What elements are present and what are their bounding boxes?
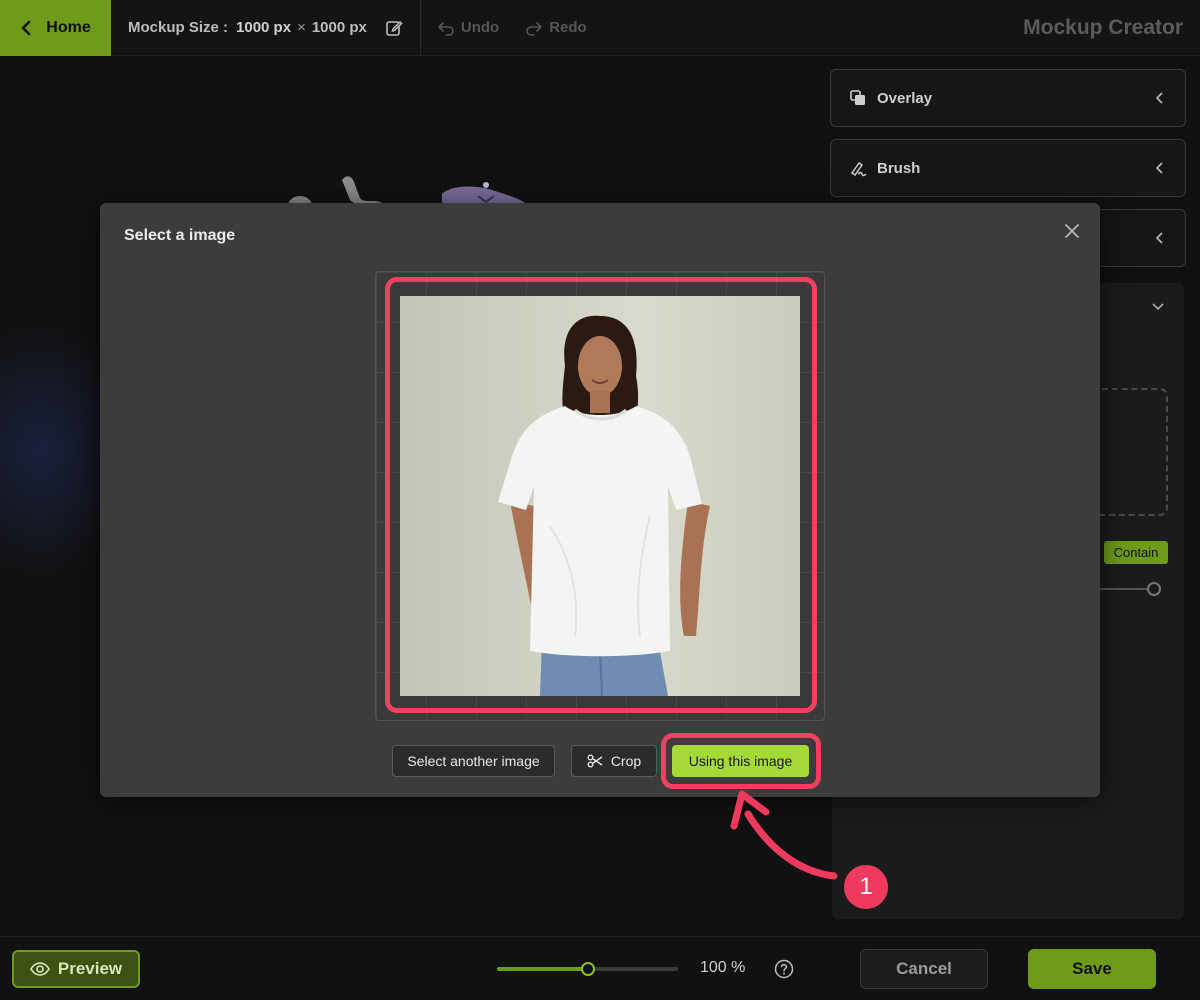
cancel-button[interactable]: Cancel xyxy=(860,949,988,989)
select-image-modal: Select a image Select another image Crop… xyxy=(100,203,1100,797)
annotation-arrow xyxy=(730,790,838,880)
image-highlight-annotation xyxy=(385,277,817,713)
mockup-size-label: Mockup Size : xyxy=(128,19,229,36)
save-button[interactable]: Save xyxy=(1028,949,1156,989)
image-drop-zone[interactable] xyxy=(1092,388,1168,516)
redo-button[interactable]: Redo xyxy=(525,19,587,36)
contain-button[interactable]: Contain xyxy=(1104,541,1168,564)
layers-icon xyxy=(850,90,865,105)
preview-button[interactable]: Preview xyxy=(12,950,140,988)
app-title: Mockup Creator xyxy=(1023,16,1183,39)
eye-icon xyxy=(29,962,50,976)
top-bar: Home Mockup Size : 1000 px × 1000 px Und… xyxy=(0,0,1200,56)
redo-icon xyxy=(526,21,543,36)
redo-label: Redo xyxy=(549,19,587,36)
panel-slider-track[interactable] xyxy=(1098,588,1154,590)
chevron-left-icon xyxy=(1155,162,1163,174)
chevron-left-icon xyxy=(1155,232,1163,244)
undo-button[interactable]: Undo xyxy=(437,19,499,36)
preview-label: Preview xyxy=(57,959,123,978)
scissors-icon xyxy=(587,754,603,768)
mockup-width-value: 1000 px xyxy=(236,19,292,36)
zoom-slider-thumb[interactable] xyxy=(580,962,595,976)
modal-title: Select a image xyxy=(124,227,236,244)
step-number-badge: 1 xyxy=(844,865,888,909)
home-button[interactable]: Home xyxy=(0,0,111,56)
mockup-height-value: 1000 px xyxy=(311,19,367,36)
panel-slider-thumb[interactable] xyxy=(1147,582,1161,596)
chevron-left-icon xyxy=(1155,92,1163,104)
bottom-bar: Preview 100 % Cancel Save xyxy=(0,936,1200,1000)
accordion-overlay[interactable]: Overlay xyxy=(830,69,1186,127)
toolbar-divider xyxy=(419,0,421,56)
crop-button[interactable]: Crop xyxy=(571,745,657,777)
accordion-brush-label: Brush xyxy=(877,159,921,177)
close-icon[interactable] xyxy=(1064,223,1080,239)
help-icon[interactable] xyxy=(774,959,794,979)
crop-label: Crop xyxy=(610,753,642,769)
zoom-slider-fill xyxy=(497,967,588,971)
edit-icon[interactable] xyxy=(385,19,403,37)
accordion-overlay-label: Overlay xyxy=(877,89,933,107)
accordion-brush[interactable]: Brush xyxy=(830,139,1186,197)
undo-icon xyxy=(438,21,454,36)
times-symbol: × xyxy=(297,19,306,36)
mockup-size: Mockup Size : 1000 px × 1000 px xyxy=(128,0,403,56)
brush-icon xyxy=(850,161,867,177)
chevron-left-icon xyxy=(21,20,31,35)
canvas-artwork xyxy=(288,176,530,208)
zoom-level: 100 % xyxy=(700,959,746,976)
use-this-image-button[interactable]: Using this image xyxy=(672,745,809,777)
select-another-image-button[interactable]: Select another image xyxy=(392,745,555,777)
undo-label: Undo xyxy=(460,19,500,36)
chevron-down-icon[interactable] xyxy=(1151,302,1165,312)
home-label: Home xyxy=(46,18,91,36)
